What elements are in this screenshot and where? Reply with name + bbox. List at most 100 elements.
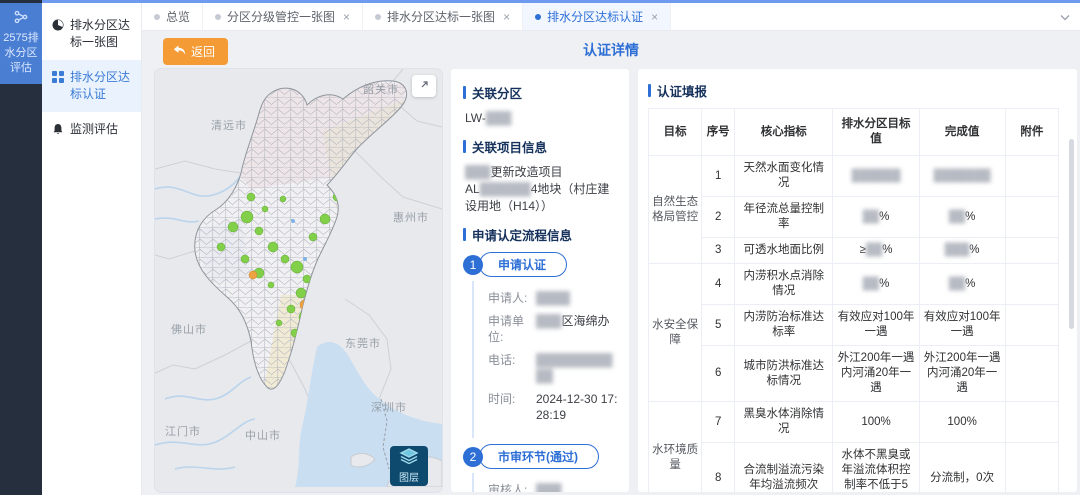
tab-compliance-map[interactable]: 排水分区达标一张图 × (363, 3, 524, 30)
done-cell: ██% (918, 196, 1006, 238)
project-value: ███更新改造项目AL██████4地块（村庄建设用地（H14）） (465, 165, 610, 213)
rail-item-label: 2575排水分区评估 (3, 32, 39, 74)
close-icon[interactable]: × (651, 10, 658, 24)
target-group-cell: 水环境质量 (647, 401, 703, 492)
col-target: 目标 (647, 108, 703, 156)
map-label-city: 东莞市 (345, 336, 381, 350)
indicators-table: 目标 序号 核心指标 排水分区目标值 完成值 附件 自然生态格局管控 1 天然水 (647, 108, 1060, 492)
certification-info-panel: 关联分区 LW-███ 关联项目信息 ███更新改造项目AL██████4地块（… (451, 69, 629, 492)
step-header: 2 市审环节(通过) (463, 444, 619, 469)
sidebar-item-label: 排水分区达标认证 (70, 70, 131, 101)
field-row: 电话: ███████████ (488, 353, 613, 383)
sidebar: 排水分区达标一张图 排水分区达标认证 监测评估 (42, 0, 142, 495)
section-bar (463, 86, 466, 99)
attachment-cell (1004, 237, 1060, 264)
goal-cell: 水体不黑臭或年溢流体积控制率不低于50% (832, 442, 920, 492)
pie-chart-icon (52, 19, 64, 36)
sidebar-item-monitoring[interactable]: 监测评估 (42, 112, 141, 149)
tab-dot-icon (375, 13, 382, 20)
layers-button-label: 图层 (399, 473, 419, 484)
goal-cell: ≥██% (832, 237, 920, 264)
field-row: 时间: 2024-12-30 17:28:19 (488, 392, 618, 422)
tab-dot-icon (535, 13, 542, 20)
tab-overview[interactable]: 总览 (142, 3, 204, 30)
sidebar-item-label: 监测评估 (70, 122, 119, 136)
map-canvas[interactable]: 韶关市 清远市 惠州市 佛山市 东莞市 深圳市 中山市 江门市 (155, 69, 442, 487)
col-attachment: 附件 (1004, 108, 1060, 156)
step-name-pill: 市审环节(通过) (479, 444, 599, 469)
tab-compliance-certification[interactable]: 排水分区达标认证 × (523, 3, 672, 30)
table-row: 6 城市防洪标准达标情况 外江200年一遇 内河涌20年一遇 外江200年一遇 … (649, 345, 1060, 402)
tab-dot-icon (154, 13, 160, 20)
content-columns: 韶关市 清远市 惠州市 佛山市 东莞市 深圳市 中山市 江门市 图层 关联分区 … (155, 69, 1077, 492)
attachment-cell (1004, 345, 1060, 402)
col-goal: 排水分区目标值 (832, 108, 920, 156)
done-cell: ███████ (918, 155, 1006, 197)
bell-icon (52, 123, 64, 140)
step-header: 1 申请认证 (463, 252, 619, 277)
goal-cell: ██% (832, 196, 920, 238)
field-row: 审核人: ███ (488, 483, 562, 492)
content-area: 返回 认证详情 韶关市 清远市 惠州市 佛山市 东莞市 深圳市 中山市 江门市 … (142, 31, 1080, 495)
table-row: 3 可透水地面比例 ≥██% ███% (649, 237, 1060, 264)
sidebar-item-label: 排水分区达标一张图 (70, 18, 131, 49)
section-bar (463, 228, 466, 241)
goal-cell: 有效应对100年一遇 (832, 304, 920, 346)
field-row: 申请人: ████ (488, 291, 571, 305)
expand-arrow-icon (419, 79, 429, 93)
map-label-city: 中山市 (245, 428, 281, 442)
goal-cell: 100% (832, 401, 920, 443)
rail-item-drainage-evaluation[interactable]: 2575排水分区评估 (0, 3, 42, 84)
zone-value: LW-███ (465, 111, 512, 125)
target-group-cell: 自然生态格局管控 (647, 155, 703, 264)
layers-button[interactable]: 图层 (390, 446, 428, 486)
goal-cell: ██████ (832, 155, 920, 197)
goal-cell: ██% (832, 263, 920, 305)
attachment-cell (1004, 401, 1060, 443)
page-title: 认证详情 (583, 42, 639, 58)
sidebar-item-certification[interactable]: 排水分区达标认证 (42, 60, 141, 112)
goal-cell: 外江200年一遇 内河涌20年一遇 (832, 345, 920, 402)
process-step-apply: 1 申请认证 申请人: ████ 申请单位: ███区海绵办 电话: █████… (463, 252, 619, 438)
chevron-down-icon[interactable] (1050, 10, 1080, 24)
map-label-city: 惠州市 (393, 210, 429, 224)
layers-icon (399, 448, 419, 467)
done-cell: 有效应对100年一遇 (918, 304, 1006, 346)
certification-report-panel: 认证填报 目标 序号 核心指标 排水分区目标值 完成值 附件 自然生态格局管控 … (638, 69, 1077, 492)
top-accent-line (42, 0, 1080, 3)
table-row: 8 合流制溢流污染年均溢流频次 水体不黑臭或年溢流体积控制率不低于50% 分流制… (649, 442, 1060, 492)
close-icon[interactable]: × (503, 10, 510, 24)
section-header-process: 申请认定流程信息 (463, 225, 619, 244)
map-label-city: 深圳市 (371, 400, 407, 414)
done-cell: ██% (918, 263, 1006, 305)
step-fields: 审核人: ███ 审核单位: 市海绵办检查组 电话: ███████████ (472, 473, 619, 492)
section-bar (648, 84, 651, 97)
attachment-cell (1004, 196, 1060, 238)
table-header-row: 目标 序号 核心指标 排水分区目标值 完成值 附件 (647, 108, 1060, 156)
tab-zoning-control-map[interactable]: 分区分级管控一张图 × (203, 3, 364, 30)
table-row: 水安全保障 4 内涝积水点消除情况 ██% ██% (647, 263, 1060, 402)
map-label-city: 清远市 (211, 118, 247, 132)
attachment-cell (1004, 155, 1060, 197)
section-header-zone: 关联分区 (463, 83, 619, 102)
done-cell: 100% (918, 401, 1006, 443)
field-row: 申请单位: ███区海绵办 (488, 314, 610, 344)
col-no: 序号 (701, 108, 736, 156)
table-row: 自然生态格局管控 1 天然水面变化情况 ██████ ███████ (647, 155, 1060, 264)
step-name-pill: 申请认证 (479, 252, 568, 277)
tab-dot-icon (215, 13, 222, 20)
sidebar-item-one-map[interactable]: 排水分区达标一张图 (42, 8, 141, 60)
attachment-cell (1004, 442, 1060, 492)
done-cell: 外江200年一遇 内河涌20年一遇 (918, 345, 1006, 402)
done-cell: ███% (918, 237, 1006, 264)
map-expand-button[interactable] (412, 75, 436, 97)
map-label-city: 江门市 (165, 424, 201, 438)
vertical-scrollbar-thumb[interactable] (1069, 139, 1074, 329)
share-network-icon (14, 10, 28, 27)
content-header: 返回 认证详情 (142, 31, 1080, 67)
section-bar (463, 140, 466, 153)
close-icon[interactable]: × (343, 10, 350, 24)
col-done: 完成值 (918, 108, 1006, 156)
step-fields: 申请人: ████ 申请单位: ███区海绵办 电话: ███████████ (472, 281, 619, 438)
map-label-city: 佛山市 (171, 322, 207, 336)
